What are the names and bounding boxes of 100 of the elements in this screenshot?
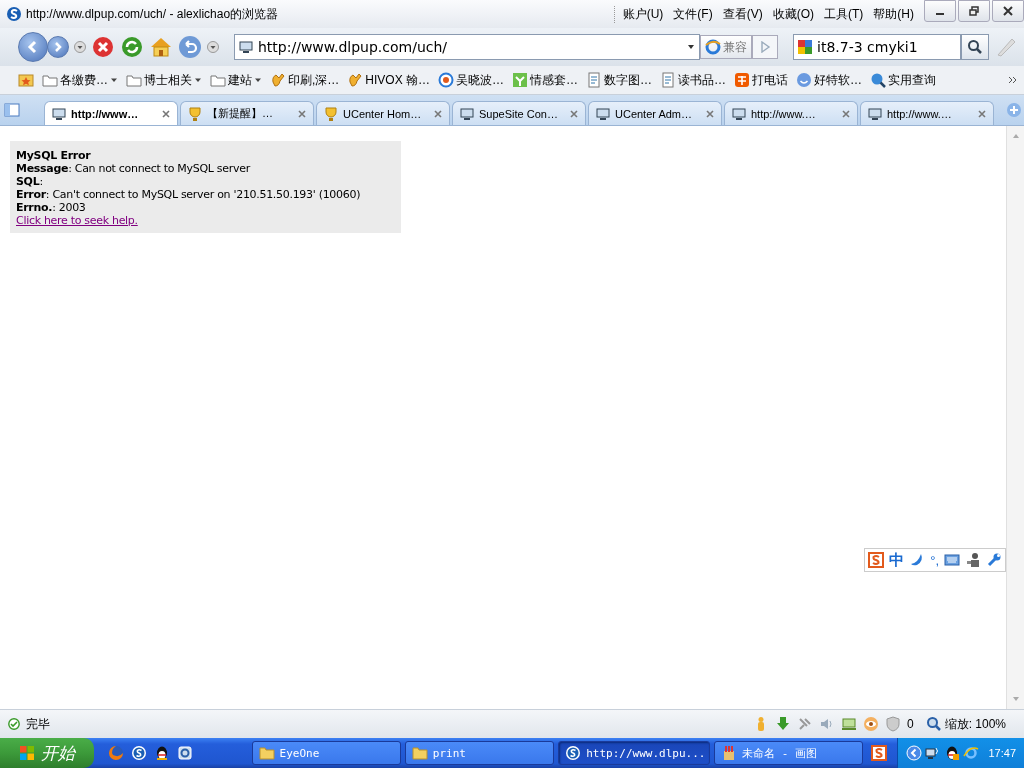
status-text: 完毕: [26, 715, 50, 733]
close-tab-icon[interactable]: [297, 108, 307, 119]
ime-logo-icon[interactable]: [871, 745, 888, 761]
target-icon: [438, 72, 455, 88]
help-link[interactable]: Click here to seek help.: [16, 214, 138, 227]
minimize-icon: [936, 13, 944, 15]
forward-button[interactable]: [47, 36, 69, 58]
close-tab-icon[interactable]: [569, 108, 579, 119]
sidebar-toggle-icon[interactable]: [4, 102, 20, 118]
close-tab-icon[interactable]: [161, 108, 171, 119]
chevron-icon[interactable]: [1008, 75, 1018, 85]
shield-icon[interactable]: [884, 716, 901, 732]
vertical-scrollbar[interactable]: [1006, 126, 1024, 709]
start-button[interactable]: 开始: [0, 738, 95, 768]
bookmark-item[interactable]: 情感套…: [530, 71, 579, 89]
menu-item[interactable]: 文件(F): [673, 5, 713, 23]
bookmark-item[interactable]: 印刷,深…: [288, 71, 340, 89]
window-title: http://www.dlpup.com/uch/ - alexlichao的浏览器: [26, 5, 280, 23]
menu-item[interactable]: 帮助(H): [873, 5, 914, 23]
favorites-icon[interactable]: [18, 72, 34, 88]
clock: 17:47: [988, 747, 1016, 759]
bookmark-item[interactable]: 数字图…: [604, 71, 653, 89]
go-button[interactable]: [752, 35, 778, 59]
close-button[interactable]: [992, 0, 1024, 22]
bookmark-item[interactable]: HIVOX 翰…: [365, 71, 431, 89]
bookmark-item[interactable]: 博士相关: [144, 71, 192, 89]
browser-tab[interactable]: 【新提醒】…: [180, 101, 314, 125]
magnifier-icon: [925, 716, 942, 732]
bookmark-item[interactable]: 各缴费…: [60, 71, 108, 89]
restore-button[interactable]: [958, 0, 990, 22]
speaker-icon[interactable]: [818, 716, 835, 732]
refresh-icon[interactable]: [120, 35, 144, 59]
penguin-icon[interactable]: [944, 745, 961, 761]
browser-tab[interactable]: SupeSite Con…: [452, 101, 586, 125]
browser-tab[interactable]: http://www.…: [860, 101, 994, 125]
browser-tab[interactable]: http://www.…: [724, 101, 858, 125]
download-icon[interactable]: [774, 716, 791, 732]
dropdown-icon[interactable]: [74, 41, 86, 53]
browser-tab[interactable]: UCenter Hom…: [316, 101, 450, 125]
screen-icon[interactable]: [840, 716, 857, 732]
menu-item[interactable]: 账户(U): [622, 5, 664, 23]
menu-item[interactable]: 工具(T): [824, 5, 864, 23]
input-mode-toggle[interactable]: 中: [889, 550, 905, 570]
undo-icon[interactable]: [178, 35, 202, 59]
taskbar-button[interactable]: print: [404, 741, 555, 765]
address-field[interactable]: http://www.dlpup.com/uch/: [258, 39, 682, 55]
close-tab-icon[interactable]: [705, 108, 715, 119]
taskbar-button[interactable]: 未命名 - 画图: [714, 741, 864, 765]
compatibility-button[interactable]: 兼容: [700, 35, 752, 59]
folder-icon: [126, 72, 142, 88]
dropdown-icon[interactable]: [207, 41, 219, 53]
fox-globe-icon[interactable]: [108, 745, 125, 761]
new-tab-icon[interactable]: [1006, 102, 1022, 118]
eye-icon[interactable]: [862, 716, 879, 732]
search-button[interactable]: [961, 34, 989, 60]
stop-icon[interactable]: [91, 35, 115, 59]
browser-tab[interactable]: http://www…: [44, 101, 178, 125]
close-tab-icon[interactable]: [841, 108, 851, 119]
monitor-icon: [595, 105, 611, 122]
wrench-icon[interactable]: [986, 552, 1002, 568]
folder-icon: [42, 72, 58, 88]
restore-icon: [969, 6, 979, 16]
ime-logo-icon[interactable]: [868, 552, 885, 568]
browser-tab[interactable]: UCenter Adm…: [588, 101, 722, 125]
caret-icon[interactable]: [110, 76, 118, 84]
menu-item[interactable]: 收藏(O): [772, 5, 814, 23]
caret-icon[interactable]: [254, 76, 262, 84]
sprout-icon: [512, 72, 529, 88]
collapse-icon[interactable]: [906, 745, 923, 761]
punctuation-toggle[interactable]: °,: [930, 552, 939, 568]
magnifier-icon: [870, 72, 887, 88]
scroll-up-icon[interactable]: [1011, 132, 1020, 140]
scroll-down-icon[interactable]: [1011, 695, 1020, 703]
back-button[interactable]: [18, 32, 48, 62]
bookmark-item[interactable]: 建站: [228, 71, 252, 89]
taskbar-button[interactable]: http://www.dlpu...: [558, 741, 711, 765]
close-tab-icon[interactable]: [977, 108, 987, 119]
search-bar[interactable]: it8.7-3 cmyki1: [793, 34, 961, 60]
address-bar[interactable]: http://www.dlpup.com/uch/: [234, 34, 700, 60]
caret-icon[interactable]: [194, 76, 202, 84]
keyboard-icon[interactable]: [944, 552, 960, 568]
trophy-icon: [323, 105, 339, 122]
taskbar-button[interactable]: EyeOne: [251, 741, 401, 765]
error-detail: Message: Can not connect to MySQL server: [16, 162, 252, 175]
bookmark-item[interactable]: 好特软…: [814, 71, 863, 89]
search-field[interactable]: it8.7-3 cmyki1: [817, 39, 957, 55]
close-tab-icon[interactable]: [433, 108, 443, 119]
bookmark-item[interactable]: 实用查询: [888, 71, 937, 89]
home-icon[interactable]: [149, 35, 173, 59]
zoom-button[interactable]: 缩放: 100%: [919, 715, 1016, 733]
bookmark-item[interactable]: 吴晓波…: [456, 71, 505, 89]
browser-logo-icon[interactable]: [131, 745, 148, 761]
figure-icon[interactable]: [965, 552, 981, 568]
hand-icon: [270, 72, 286, 88]
bookmark-item[interactable]: 读书品…: [678, 71, 727, 89]
bookmark-item[interactable]: 打电话: [752, 71, 789, 89]
blocked-count: 0: [906, 717, 914, 731]
menu-item[interactable]: 查看(V): [722, 5, 763, 23]
error-title: MySQL Error: [16, 149, 92, 162]
minimize-button[interactable]: [924, 0, 956, 22]
